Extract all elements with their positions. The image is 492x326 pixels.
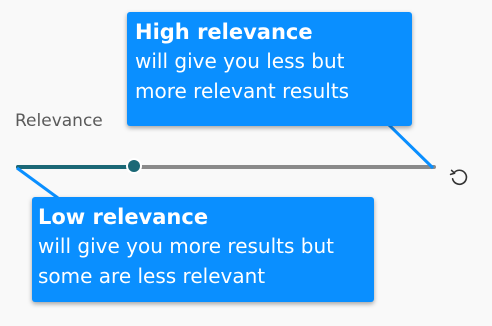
high-relevance-body-line2: more relevant results — [135, 79, 350, 103]
relevance-label: Relevance — [15, 111, 103, 131]
slider-thumb[interactable] — [125, 158, 142, 174]
low-relevance-title: Low relevance — [38, 205, 209, 229]
reset-button[interactable] — [446, 164, 472, 190]
low-relevance-body-line2: some are less relevant — [38, 264, 266, 288]
low-relevance-callout: Low relevance will give you more results… — [32, 197, 374, 302]
low-relevance-body-line1: will give you more results but — [38, 234, 334, 258]
high-relevance-callout: High relevance will give you less but mo… — [127, 12, 412, 126]
reset-rotate-ccw-icon — [449, 169, 468, 186]
high-relevance-title: High relevance — [135, 20, 313, 44]
high-relevance-body-line1: will give you less but — [135, 49, 345, 73]
relevance-slider[interactable] — [16, 150, 436, 184]
slider-fill — [16, 165, 134, 169]
